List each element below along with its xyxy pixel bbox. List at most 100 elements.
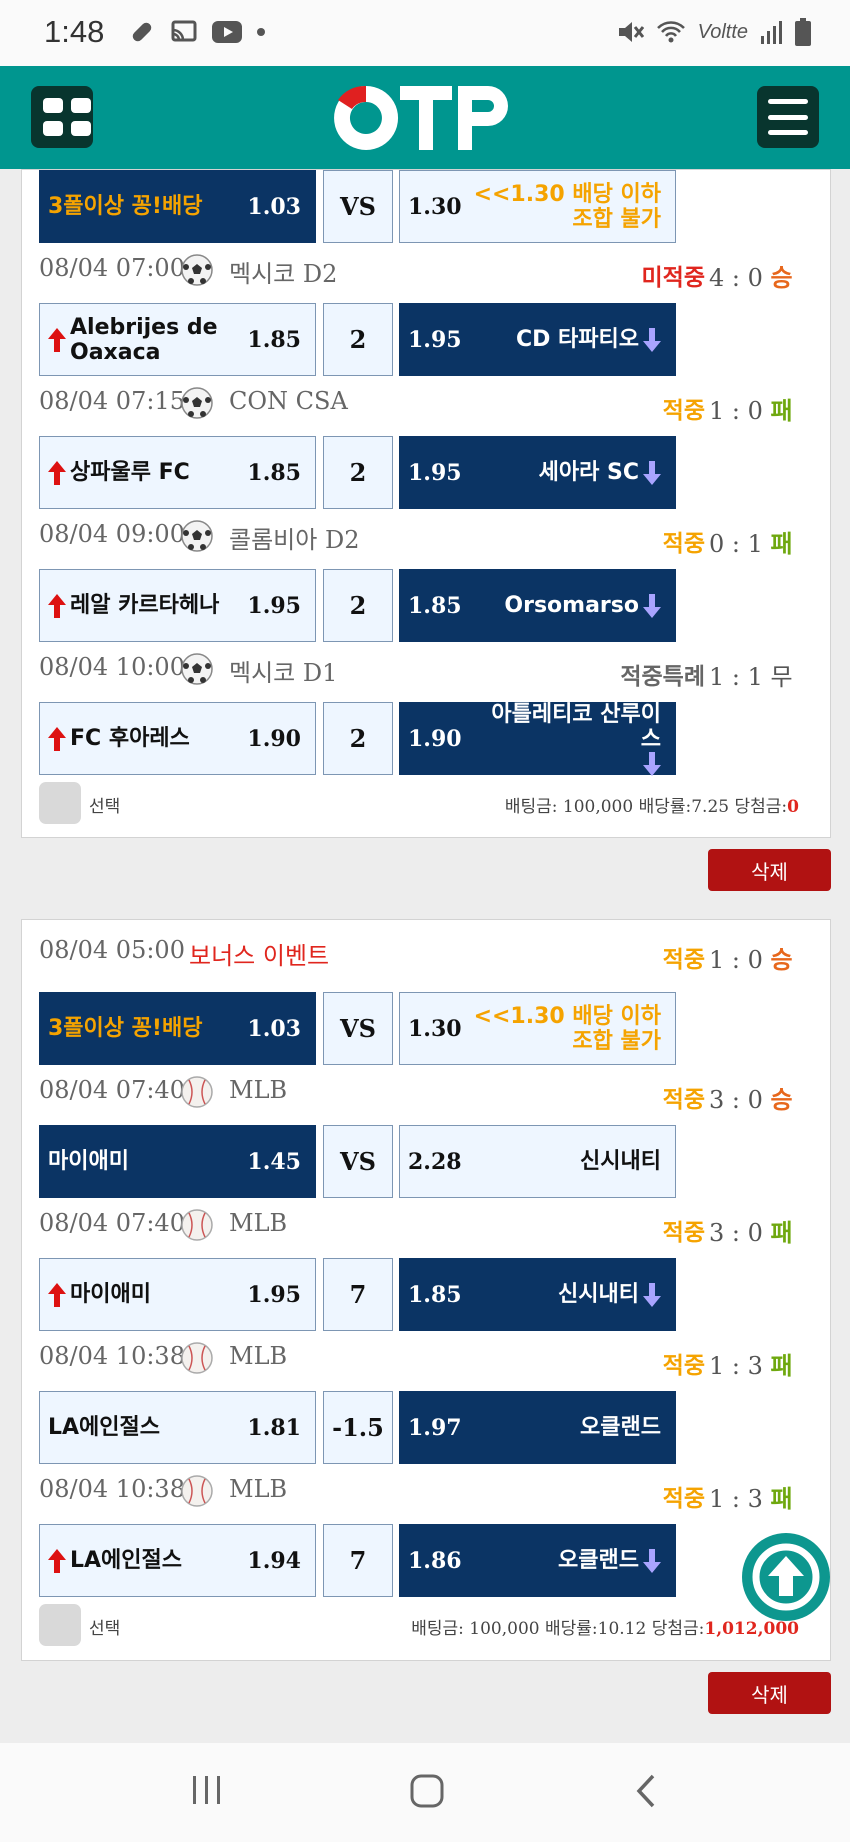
arrow-down-icon bbox=[643, 751, 661, 776]
away-pick[interactable]: 1.86 오클랜드 bbox=[399, 1524, 676, 1597]
away-pick[interactable]: 1.95 세아라 SC bbox=[399, 436, 676, 509]
away-pick[interactable]: 1.85 신시내티 bbox=[399, 1258, 676, 1331]
away-pick[interactable]: 1.30 <<1.30 배당 이하 조합 불가 bbox=[399, 170, 676, 243]
game-info-row: 08/04 07:40 MLB 적중 3 : 0 패 bbox=[39, 1209, 793, 1247]
delete-button[interactable]: 삭제 bbox=[708, 1672, 831, 1714]
handicap-value[interactable]: 7 bbox=[323, 1258, 393, 1331]
home-pick[interactable]: 상파울루 FC 1.85 bbox=[39, 436, 316, 509]
baseball-icon bbox=[181, 1076, 213, 1108]
bet-summary: 배팅금: 100,000 배당률:10.12 당첨금:1,012,000 bbox=[411, 1619, 799, 1639]
slip-footer: 선택 배팅금: 100,000 배당률:7.25 당첨금:0 bbox=[39, 782, 799, 824]
handicap-value[interactable]: 7 bbox=[323, 1524, 393, 1597]
handicap-value[interactable]: 2 bbox=[323, 569, 393, 642]
match-row: 3폴이상 꽁!배당 1.03 VS 1.30 <<1.30 배당 이하 조합 불… bbox=[39, 170, 679, 243]
battery-icon bbox=[795, 18, 811, 46]
arrow-up-circle-icon bbox=[752, 1543, 820, 1611]
draw-pick[interactable]: VS bbox=[323, 992, 393, 1065]
match-row: 마이애미 1.95 7 1.85 신시내티 bbox=[39, 1258, 679, 1331]
game-info-row: 08/04 07:15 CON CSA 적중 1 : 0 패 bbox=[39, 387, 793, 425]
recent-apps-icon[interactable] bbox=[190, 1773, 224, 1807]
arrow-down-icon bbox=[643, 327, 661, 352]
match-row: 마이애미 1.45 VS 2.28 신시내티 bbox=[39, 1125, 679, 1198]
game-info-row: 08/04 07:00 멕시코 D2 미적중 4 : 0 승 bbox=[39, 254, 793, 292]
home-pick[interactable]: LA에인절스 1.81 bbox=[39, 1391, 316, 1464]
bet-slip-card-2: 08/04 05:00 보너스 이벤트 적중 1 : 0 승 3폴이상 꽁!배당… bbox=[21, 919, 831, 1661]
result-status: 적중 bbox=[662, 398, 705, 424]
select-checkbox[interactable] bbox=[39, 1604, 81, 1646]
home-pick[interactable]: 마이애미 1.95 bbox=[39, 1258, 316, 1331]
result-status: 적중특례 bbox=[620, 664, 705, 690]
result-status: 적중 bbox=[662, 1486, 705, 1512]
arrow-up-icon bbox=[48, 460, 66, 485]
wifi-icon bbox=[656, 21, 685, 43]
bet-summary: 배팅금: 100,000 배당률:7.25 당첨금:0 bbox=[504, 797, 799, 817]
baseball-icon bbox=[181, 1475, 213, 1507]
status-time: 1:48 bbox=[44, 14, 105, 49]
away-pick[interactable]: 1.95 CD 타파티오 bbox=[399, 303, 676, 376]
game-info-row: 08/04 07:40 MLB 적중 3 : 0 승 bbox=[39, 1076, 793, 1114]
home-pick[interactable]: Alebrijes de Oaxaca 1.85 bbox=[39, 303, 316, 376]
soccer-ball-icon bbox=[181, 520, 213, 552]
delete-button[interactable]: 삭제 bbox=[708, 849, 831, 891]
baseball-icon bbox=[181, 1342, 213, 1374]
result-status: 적중 bbox=[662, 531, 705, 557]
game-info-row: 08/04 10:38 MLB 적중 1 : 3 패 bbox=[39, 1342, 793, 1380]
bet-slip-card-1: 3폴이상 꽁!배당 1.03 VS 1.30 <<1.30 배당 이하 조합 불… bbox=[21, 169, 831, 838]
grid-menu-button[interactable] bbox=[31, 86, 93, 148]
home-pick[interactable]: 3폴이상 꽁!배당 1.03 bbox=[39, 992, 316, 1065]
home-pick[interactable]: 레알 카르타헤나 1.95 bbox=[39, 569, 316, 642]
game-info-row: 08/04 10:00 멕시코 D1 적중특례 1 : 1 무 bbox=[39, 653, 793, 691]
arrow-up-icon bbox=[48, 1282, 66, 1307]
arrow-down-icon bbox=[643, 1282, 661, 1307]
arrow-up-icon bbox=[48, 726, 66, 751]
arrow-up-icon bbox=[48, 593, 66, 618]
arrow-down-icon bbox=[643, 593, 661, 618]
arrow-down-icon bbox=[643, 1548, 661, 1573]
scroll-to-top-button[interactable] bbox=[742, 1533, 830, 1621]
arrow-down-icon bbox=[643, 460, 661, 485]
draw-pick[interactable]: VS bbox=[323, 1125, 393, 1198]
home-pick[interactable]: 3폴이상 꽁!배당 1.03 bbox=[39, 170, 316, 243]
game-info-row: 08/04 09:00 콜롬비아 D2 적중 0 : 1 패 bbox=[39, 520, 793, 558]
match-row: 상파울루 FC 1.85 2 1.95 세아라 SC bbox=[39, 436, 679, 509]
soccer-ball-icon bbox=[181, 387, 213, 419]
handicap-value[interactable]: 2 bbox=[323, 702, 393, 775]
match-row: Alebrijes de Oaxaca 1.85 2 1.95 CD 타파티오 bbox=[39, 303, 679, 376]
hamburger-icon bbox=[768, 99, 808, 104]
bonus-event-label: 보너스 이벤트 bbox=[189, 942, 330, 970]
home-pick[interactable]: 마이애미 1.45 bbox=[39, 1125, 316, 1198]
home-pick[interactable]: FC 후아레스 1.90 bbox=[39, 702, 316, 775]
select-checkbox[interactable] bbox=[39, 782, 81, 824]
youtube-icon bbox=[212, 21, 242, 43]
match-row: 3폴이상 꽁!배당 1.03 VS 1.30 <<1.30 배당 이하 조합 불… bbox=[39, 992, 679, 1065]
soccer-ball-icon bbox=[181, 653, 213, 685]
result-status: 적중 bbox=[662, 947, 705, 973]
slip-footer: 선택 배팅금: 100,000 배당률:10.12 당첨금:1,012,000 bbox=[39, 1604, 799, 1646]
handicap-value[interactable]: 2 bbox=[323, 436, 393, 509]
app-header bbox=[0, 66, 850, 169]
arrow-up-icon bbox=[48, 1548, 66, 1573]
draw-pick[interactable]: VS bbox=[323, 170, 393, 243]
handicap-value[interactable]: -1.5 bbox=[323, 1391, 393, 1464]
soccer-ball-icon bbox=[181, 254, 213, 286]
match-row: 레알 카르타헤나 1.95 2 1.85 Orsomarso bbox=[39, 569, 679, 642]
away-pick[interactable]: 1.85 Orsomarso bbox=[399, 569, 676, 642]
home-pick[interactable]: LA에인절스 1.94 bbox=[39, 1524, 316, 1597]
match-row: FC 후아레스 1.90 2 1.90 아틀레티코 산루이스 bbox=[39, 702, 679, 776]
grid-icon bbox=[43, 98, 63, 113]
game-info-row: 08/04 05:00 보너스 이벤트 적중 1 : 0 승 bbox=[39, 936, 793, 974]
back-icon[interactable] bbox=[634, 1773, 658, 1809]
away-pick[interactable]: 1.30 <<1.30 배당 이하 조합 불가 bbox=[399, 992, 676, 1065]
result-status: 적중 bbox=[662, 1353, 705, 1379]
select-label: 선택 bbox=[89, 797, 121, 817]
result-status: 미적중 bbox=[641, 265, 705, 291]
away-pick[interactable]: 1.90 아틀레티코 산루이스 bbox=[399, 702, 676, 776]
game-info-row: 08/04 10:38 MLB 적중 1 : 3 패 bbox=[39, 1475, 793, 1513]
away-pick[interactable]: 2.28 신시내티 bbox=[399, 1125, 676, 1198]
otp-logo[interactable] bbox=[330, 80, 520, 156]
hamburger-menu-button[interactable] bbox=[757, 86, 819, 148]
select-label: 선택 bbox=[89, 1619, 121, 1639]
away-pick[interactable]: 1.97 오클랜드 bbox=[399, 1391, 676, 1464]
handicap-value[interactable]: 2 bbox=[323, 303, 393, 376]
home-icon[interactable] bbox=[409, 1773, 445, 1809]
